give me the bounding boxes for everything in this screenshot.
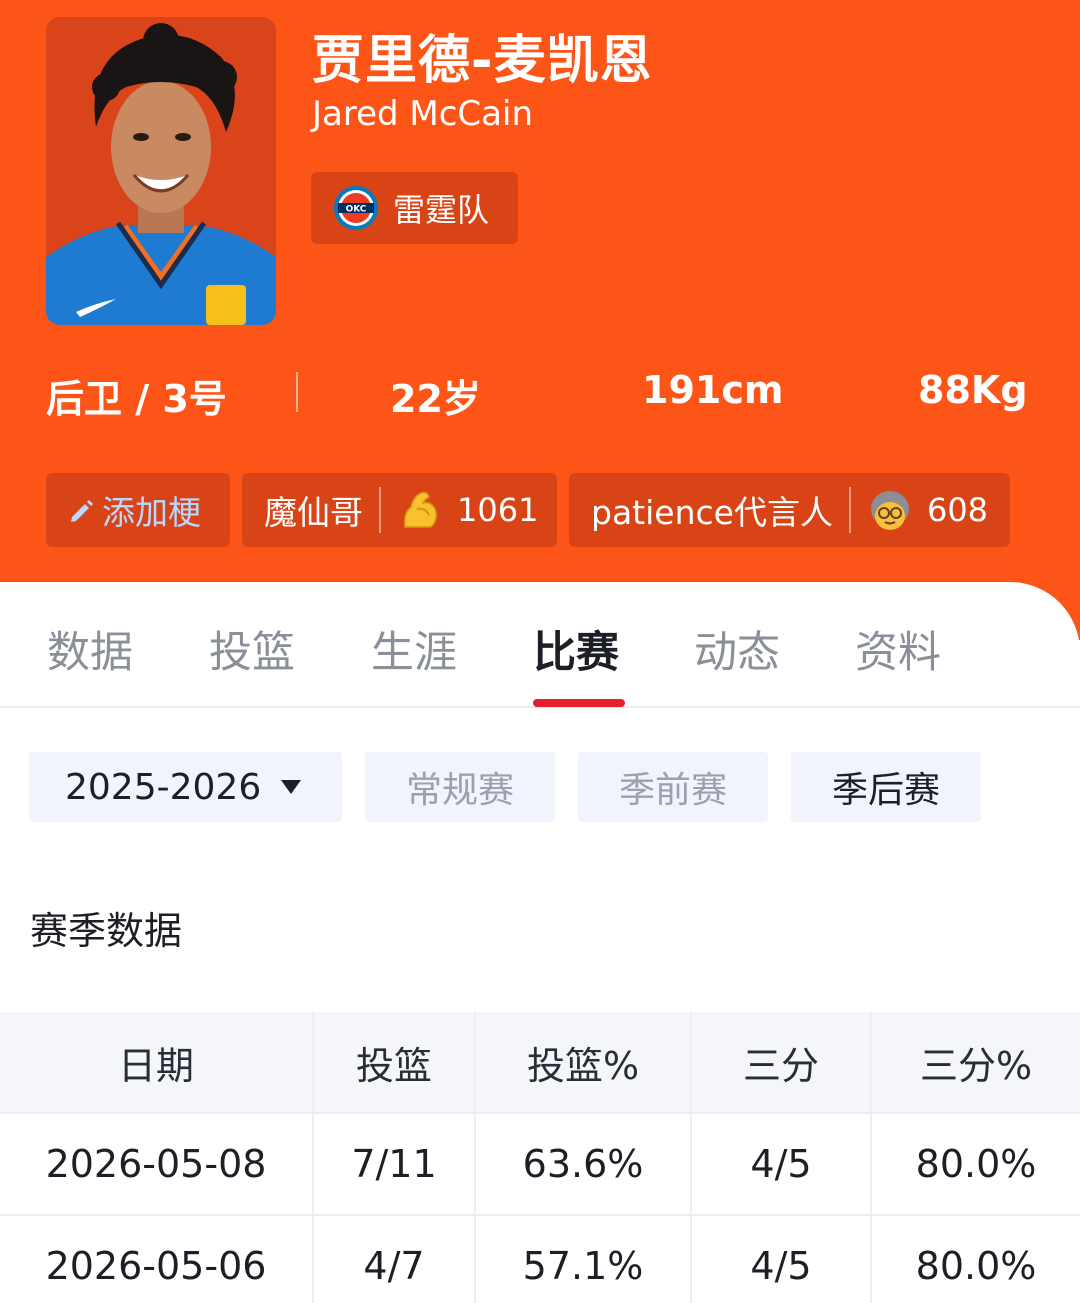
nickname-tag[interactable]: patience代言人 608 bbox=[569, 473, 1010, 547]
nickname-tag-label: 魔仙哥 bbox=[264, 493, 363, 532]
table-row[interactable]: 2026-05-08 7/11 63.6% 4/5 80.0% bbox=[0, 1114, 1080, 1214]
tab-games[interactable]: 比赛 bbox=[533, 618, 619, 680]
cell-date: 2026-05-08 bbox=[0, 1114, 314, 1214]
active-tab-indicator bbox=[533, 699, 625, 707]
team-logo-text: OKC bbox=[346, 205, 367, 215]
cell-fg-pct: 57.1% bbox=[476, 1216, 692, 1303]
add-tag-button[interactable]: 添加梗 bbox=[46, 473, 230, 547]
season-select-value: 2025-2026 bbox=[65, 766, 262, 808]
player-height: 191cm bbox=[642, 368, 784, 412]
cell-fg: 7/11 bbox=[314, 1114, 476, 1214]
tag-separator bbox=[379, 487, 381, 533]
info-divider bbox=[296, 372, 298, 412]
nickname-tag-count: 1061 bbox=[457, 491, 539, 529]
cell-3pt: 4/5 bbox=[692, 1114, 872, 1214]
cell-fg-pct: 63.6% bbox=[476, 1114, 692, 1214]
flexed-biceps-icon bbox=[403, 491, 438, 528]
tab-shooting[interactable]: 投篮 bbox=[209, 618, 295, 680]
player-age: 22岁 bbox=[390, 377, 481, 421]
content-panel: 数据 投篮 生涯 比赛 动态 资料 2025-2026 常规赛 季前赛 季后赛 … bbox=[0, 582, 1080, 1303]
caret-down-icon bbox=[281, 780, 302, 794]
player-header: 贾里德-麦凯恩 Jared McCain OKC 雷霆队 后卫 / 3号 22岁… bbox=[0, 0, 1080, 640]
tab-profile[interactable]: 资料 bbox=[855, 618, 941, 680]
tab-data[interactable]: 数据 bbox=[47, 618, 133, 680]
cell-fg: 4/7 bbox=[314, 1216, 476, 1303]
cell-3pt-pct: 80.0% bbox=[915, 1142, 1037, 1186]
tab-career[interactable]: 生涯 bbox=[371, 618, 457, 680]
season-select[interactable]: 2025-2026 bbox=[29, 752, 342, 822]
table-header-row: 日期 投篮 投篮% 三分 三分% bbox=[0, 1012, 1080, 1112]
cell-date: 2026-05-06 bbox=[0, 1216, 314, 1303]
pencil-icon bbox=[71, 500, 93, 522]
filter-playoffs[interactable]: 季后赛 bbox=[791, 752, 981, 822]
table-row[interactable]: 2026-05-06 4/7 57.1% 4/5 80.0% bbox=[0, 1216, 1080, 1303]
tab-news[interactable]: 动态 bbox=[694, 618, 780, 680]
player-position-number: 后卫 / 3号 bbox=[46, 377, 227, 421]
section-title: 赛季数据 bbox=[30, 909, 183, 953]
tag-separator bbox=[848, 487, 851, 533]
filter-preseason[interactable]: 季前赛 bbox=[578, 752, 768, 822]
tab-bar: 数据 投篮 生涯 比赛 动态 资料 bbox=[0, 582, 1080, 708]
team-chip[interactable]: OKC 雷霆队 bbox=[311, 172, 518, 244]
okc-team-logo-icon: OKC bbox=[334, 186, 378, 230]
nickname-tag[interactable]: 魔仙哥 1061 bbox=[242, 473, 557, 547]
grandma-face-icon bbox=[870, 491, 909, 530]
player-weight: 88Kg bbox=[918, 368, 1028, 412]
header-3pt-pct[interactable]: 三分% bbox=[872, 1012, 1080, 1112]
team-name: 雷霆队 bbox=[393, 191, 490, 229]
cell-3pt-pct: 80.0% bbox=[915, 1244, 1037, 1288]
add-tag-label: 添加梗 bbox=[102, 493, 201, 532]
nickname-tag-count: 608 bbox=[926, 491, 989, 529]
cell-3pt: 4/5 bbox=[692, 1216, 872, 1303]
player-name-en: Jared McCain bbox=[312, 94, 533, 134]
header-fg-pct[interactable]: 投篮% bbox=[476, 1012, 692, 1112]
nickname-tag-label: patience代言人 bbox=[591, 493, 833, 532]
header-fg[interactable]: 投篮 bbox=[314, 1012, 476, 1112]
filter-regular-season[interactable]: 常规赛 bbox=[365, 752, 555, 822]
player-photo bbox=[46, 17, 276, 325]
header-3pt[interactable]: 三分 bbox=[692, 1012, 872, 1112]
player-portrait-image bbox=[46, 17, 276, 325]
player-name-cn: 贾里德-麦凯恩 bbox=[312, 31, 653, 91]
header-date[interactable]: 日期 bbox=[0, 1012, 314, 1112]
